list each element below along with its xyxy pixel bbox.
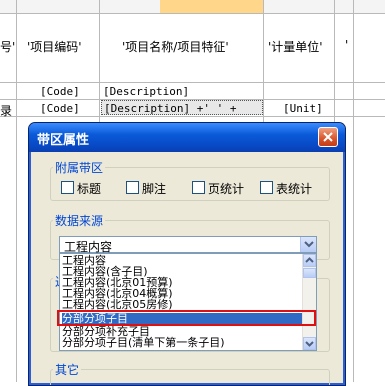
row2-unit-cell[interactable]: [Unit] [283,102,323,115]
scroll-up-button[interactable] [303,254,316,267]
dialog-titlebar[interactable]: 带区属性 [29,123,345,152]
chevron-down-icon [304,241,314,248]
list-item[interactable]: 分部分项子目(清单下第一条子目) [62,337,225,348]
data-source-group-label: 数据来源 [53,212,106,229]
list-item[interactable]: 工程内容(北京05房修) [62,299,173,310]
table-total-checkbox-label[interactable]: 表统计 [276,180,312,197]
data-source-dropdown-list: 工程内容 工程内容(含子目) 工程内容(北京01预算) 工程内容(北京04概算)… [59,253,317,351]
dialog-title: 带区属性 [37,133,90,148]
close-button[interactable] [318,127,338,147]
header-cell-next-fragment[interactable]: ' [345,38,348,52]
row2-fragment-cell[interactable]: 录 [0,102,12,119]
arrow-down-icon [305,341,314,347]
row2-code-cell[interactable]: [Code] [40,102,80,115]
header-cell-unit[interactable]: '计量单位' [268,38,323,55]
row2-description-selected[interactable]: [Description] +' ' + [101,100,263,115]
data-source-combobox[interactable]: 工程内容 [59,236,317,254]
close-x-icon [323,132,333,142]
table-total-checkbox[interactable] [260,181,273,194]
title-checkbox-label[interactable]: 标题 [77,180,101,197]
list-vertical-scrollbar[interactable] [302,254,316,350]
scroll-thumb[interactable] [303,268,316,278]
page-total-checkbox-label[interactable]: 页统计 [208,180,244,197]
row1-description-cell[interactable]: [Description] [103,85,189,98]
dropdown-button[interactable] [300,237,316,252]
annotation-highlight-box [57,310,316,326]
header-cell-item-name[interactable]: '项目名称/项目特征' [122,38,229,55]
header-cell-number-fragment[interactable]: 号' [0,38,15,55]
title-checkbox[interactable] [61,181,74,194]
band-properties-dialog: 带区属性 附属带区 标题 脚注 页统计 表统计 数据来源 过 工程内容 工程内容… [28,122,346,386]
arrow-up-icon [305,257,314,263]
other-group-label: 其它 [53,361,82,378]
scroll-down-button[interactable] [303,337,316,350]
other-group [50,369,330,385]
header-cell-item-code[interactable]: '项目编码' [27,38,82,55]
page-total-checkbox[interactable] [192,181,205,194]
footer-checkbox-label[interactable]: 脚注 [142,180,166,197]
attached-band-group-label: 附属带区 [53,159,106,176]
row1-code-cell[interactable]: [Code] [40,85,80,98]
footer-checkbox[interactable] [126,181,139,194]
row2-description-text: [Description] +' ' + [104,102,237,115]
